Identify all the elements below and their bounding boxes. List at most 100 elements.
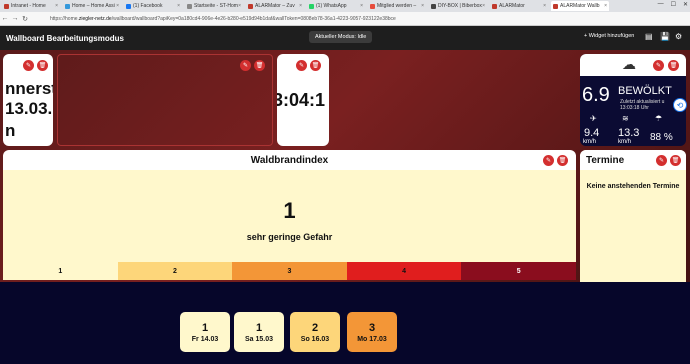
browser-tab[interactable]: (1) Facebook × bbox=[124, 1, 182, 11]
tab-favicon-icon bbox=[126, 3, 131, 9]
date-text: 13.03. bbox=[5, 99, 53, 118]
translate-icon[interactable]: ⟲ bbox=[673, 98, 687, 112]
forecast-card: 1 Sa 15.03 bbox=[234, 312, 284, 352]
edit-button[interactable]: ✎ bbox=[653, 60, 664, 71]
tab-label: Startseite - ST-Hom bbox=[194, 3, 238, 9]
humidity-value: 88 % bbox=[650, 132, 673, 143]
edit-button[interactable]: ✎ bbox=[23, 60, 34, 71]
delete-button[interactable]: 🗑 bbox=[557, 155, 568, 166]
maximize-icon[interactable]: ☐ bbox=[671, 1, 676, 8]
updated-line2: 13:03:18 Uhr bbox=[620, 105, 649, 111]
edit-button[interactable]: ✎ bbox=[240, 60, 251, 71]
tab-label: (1) Facebook bbox=[133, 3, 163, 9]
tab-favicon-icon bbox=[553, 3, 558, 9]
add-widget-button[interactable]: + Widget hinzufügen bbox=[584, 33, 634, 39]
forecast-card: 2 So 16.03 bbox=[290, 312, 340, 352]
date-extra-text: n bbox=[5, 121, 16, 140]
tab-close-icon[interactable]: × bbox=[177, 3, 180, 9]
forecast-index: 3 bbox=[368, 321, 376, 334]
waldbrand-header: Waldbrandindex bbox=[3, 150, 576, 170]
tab-favicon-icon bbox=[492, 3, 497, 9]
address-field[interactable]: https://home.ziegler-netz.de/wallboard/w… bbox=[50, 16, 690, 22]
browser-tab[interactable]: Home – Home Assi × bbox=[63, 1, 121, 11]
save-icon[interactable]: 💾 bbox=[660, 32, 670, 41]
tab-favicon-icon bbox=[309, 3, 314, 9]
forecast-index: 1 bbox=[201, 321, 209, 334]
termine-empty: Keine anstehenden Termine bbox=[586, 183, 680, 190]
gust-icon: ≋ bbox=[622, 114, 629, 123]
tab-close-icon[interactable]: × bbox=[116, 3, 119, 9]
delete-button[interactable]: 🗑 bbox=[668, 60, 679, 71]
wind-unit: km/h bbox=[583, 139, 597, 145]
delete-button[interactable]: 🗑 bbox=[254, 60, 265, 71]
delete-button[interactable]: 🗑 bbox=[310, 60, 321, 71]
scale-level: 4 bbox=[346, 262, 462, 280]
tab-close-icon[interactable]: × bbox=[482, 3, 485, 9]
app-header: Wallboard Bearbeitungsmodus Aktueller Mo… bbox=[0, 26, 690, 50]
plus-icon: + bbox=[584, 33, 588, 39]
url-path: /wallboard/wallboard?apiKey=0a180cd4-906… bbox=[111, 15, 396, 22]
browser-tab[interactable]: Startseite - ST-Hom × bbox=[185, 1, 243, 11]
risk-label: sehr geringe Gefahr bbox=[246, 232, 333, 242]
browser-tab[interactable]: Intranet - Home × bbox=[2, 1, 60, 11]
edit-button[interactable]: ✎ bbox=[656, 155, 667, 166]
tab-close-icon[interactable]: × bbox=[543, 3, 546, 9]
close-icon[interactable]: ✕ bbox=[683, 1, 688, 8]
tab-favicon-icon bbox=[431, 3, 436, 9]
browser-tab[interactable]: DIY-BOX | Biberbox × bbox=[429, 1, 487, 11]
delete-button[interactable]: 🗑 bbox=[37, 60, 48, 71]
dark-panel bbox=[0, 282, 690, 364]
delete-button[interactable]: 🗑 bbox=[670, 155, 681, 166]
tab-favicon-icon bbox=[65, 3, 70, 9]
forward-icon[interactable]: → bbox=[10, 15, 20, 22]
browser-tab[interactable]: (1) WhatsApp × bbox=[307, 1, 365, 11]
tab-favicon-icon bbox=[370, 3, 375, 9]
current-index: 1 bbox=[283, 198, 296, 223]
tab-label: ALARMator bbox=[499, 3, 525, 9]
forecast-date: Fr 14.03 bbox=[191, 335, 219, 343]
settings-icon[interactable]: ⚙ bbox=[675, 32, 682, 41]
minimize-icon[interactable]: — bbox=[658, 1, 664, 8]
forecast-date: So 16.03 bbox=[300, 335, 330, 343]
scale-level: 1 bbox=[3, 262, 118, 280]
forecast-date: Sa 15.03 bbox=[244, 335, 274, 343]
waldbrand-title: Waldbrandindex bbox=[250, 154, 329, 166]
gust-value: 13.3 bbox=[618, 127, 640, 139]
back-icon[interactable]: ← bbox=[0, 15, 10, 22]
gust-unit: km/h bbox=[618, 139, 632, 145]
tab-close-icon[interactable]: × bbox=[238, 3, 241, 9]
scale-level: 5 bbox=[461, 262, 576, 280]
temperature: 6.9 bbox=[582, 84, 610, 106]
tab-label: (1) WhatsApp bbox=[316, 3, 347, 9]
tab-close-icon[interactable]: × bbox=[421, 3, 424, 9]
pdf-icon[interactable]: ▤ bbox=[645, 32, 653, 41]
browser-tab[interactable]: ALARMator × bbox=[490, 1, 548, 11]
tab-favicon-icon bbox=[248, 3, 253, 9]
browser-tab[interactable]: ALARMator Wallb × bbox=[551, 1, 609, 11]
tab-label: DIY-BOX | Biberbox bbox=[438, 3, 482, 9]
edit-button[interactable]: ✎ bbox=[296, 60, 307, 71]
weekday-text: nnerst bbox=[5, 79, 53, 98]
wind-value: 9.4 bbox=[584, 127, 600, 139]
tab-close-icon[interactable]: × bbox=[55, 3, 58, 9]
add-widget-label: Widget hinzufügen bbox=[588, 33, 635, 39]
mode-button[interactable]: Aktueller Modus: Idle bbox=[309, 31, 373, 43]
tab-close-icon[interactable]: × bbox=[360, 3, 363, 9]
tab-label: Mitglied werden – bbox=[377, 3, 417, 9]
date-widget: nnerst 13.03. n ✎ 🗑 bbox=[3, 54, 53, 146]
waldbrand-body: 1 sehr geringe Gefahr bbox=[3, 170, 576, 262]
tab-close-icon[interactable]: × bbox=[299, 3, 302, 9]
scale-level: 3 bbox=[232, 262, 347, 280]
browser-tab[interactable]: Mitglied werden – × bbox=[368, 1, 426, 11]
edit-button[interactable]: ✎ bbox=[543, 155, 554, 166]
forecast-card: 3 Mo 17.03 bbox=[347, 312, 397, 352]
page-title: Wallboard Bearbeitungsmodus bbox=[6, 33, 124, 43]
window-controls: — ☐ ✕ bbox=[658, 1, 688, 8]
image-widget: ✎ 🗑 bbox=[57, 54, 273, 146]
termine-widget: Termine ✎ 🗑 Keine anstehenden Termine bbox=[580, 150, 686, 282]
browser-tab-bar: Intranet - Home × Home – Home Assi × (1) Fac… bbox=[0, 0, 690, 12]
forecast-date: Mo 17.03 bbox=[357, 335, 387, 343]
reload-icon[interactable]: ↻ bbox=[20, 15, 30, 23]
browser-tab[interactable]: ALARMator – Zuv × bbox=[246, 1, 304, 11]
tab-close-icon[interactable]: × bbox=[604, 3, 607, 9]
